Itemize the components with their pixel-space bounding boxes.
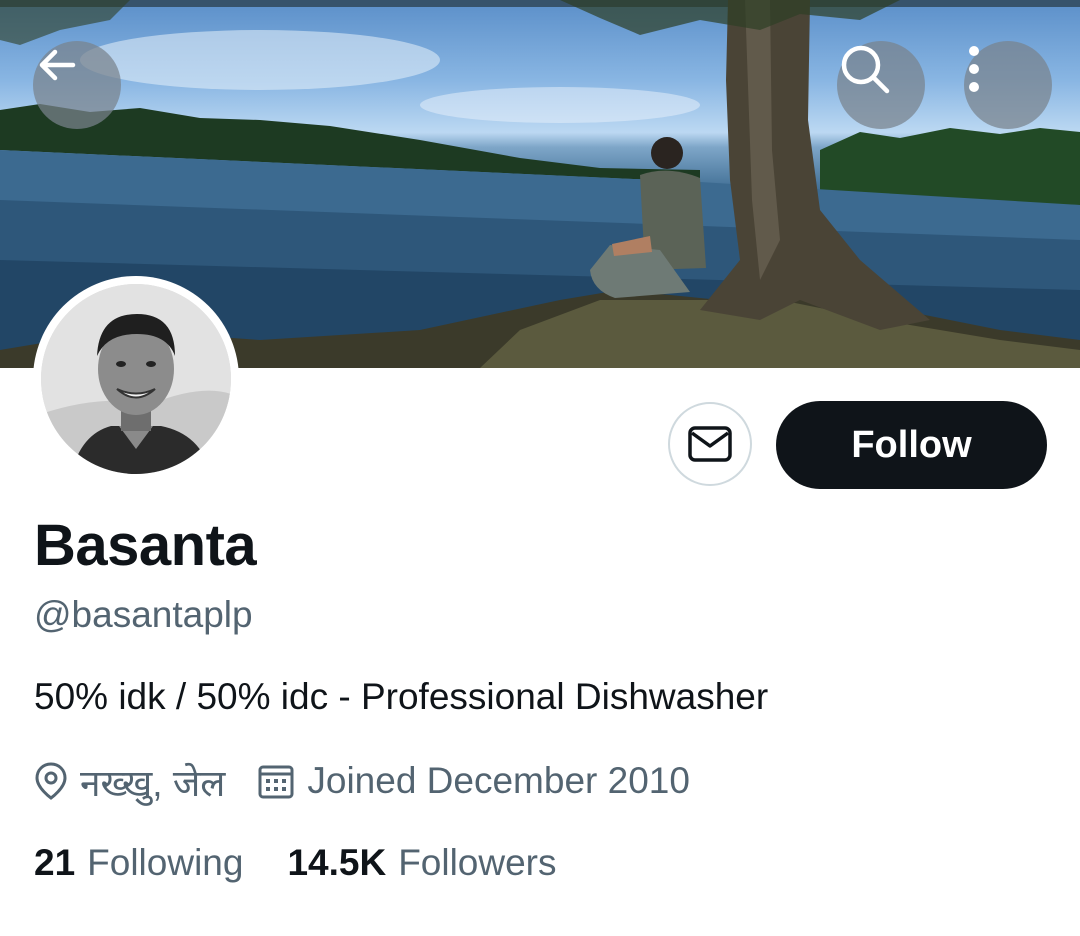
more-options-button[interactable] [964,41,1052,129]
profile-handle: @basantaplp [34,594,253,635]
more-vertical-icon [969,46,979,92]
search-icon [841,45,890,94]
profile-name: Basanta [34,513,257,578]
following-count: 21 [34,842,76,883]
back-button[interactable] [33,41,121,129]
avatar[interactable] [33,276,239,482]
profile-joined-date: Joined December 2010 [307,760,690,801]
followers-label: Followers [398,842,557,883]
following-link[interactable]: 21 Following [34,842,243,884]
search-button[interactable] [837,41,925,129]
message-button[interactable] [668,402,752,486]
following-label: Following [87,842,244,883]
calendar-icon [257,762,295,800]
followers-link[interactable]: 14.5K Followers [287,842,556,884]
location-pin-icon [34,761,68,801]
envelope-icon [688,426,732,462]
profile-stats: 21 Following 14.5K Followers [34,842,557,884]
followers-count: 14.5K [287,842,387,883]
follow-button[interactable]: Follow [776,401,1047,489]
arrow-left-icon [39,49,76,81]
profile-bio: 50% idk / 50% idc - Professional Dishwas… [34,676,769,717]
profile-location: नख्खु, जेल [80,762,226,804]
avatar-image [41,284,231,474]
profile-meta: नख्खु, जेल Joined December 2010 [34,758,690,804]
